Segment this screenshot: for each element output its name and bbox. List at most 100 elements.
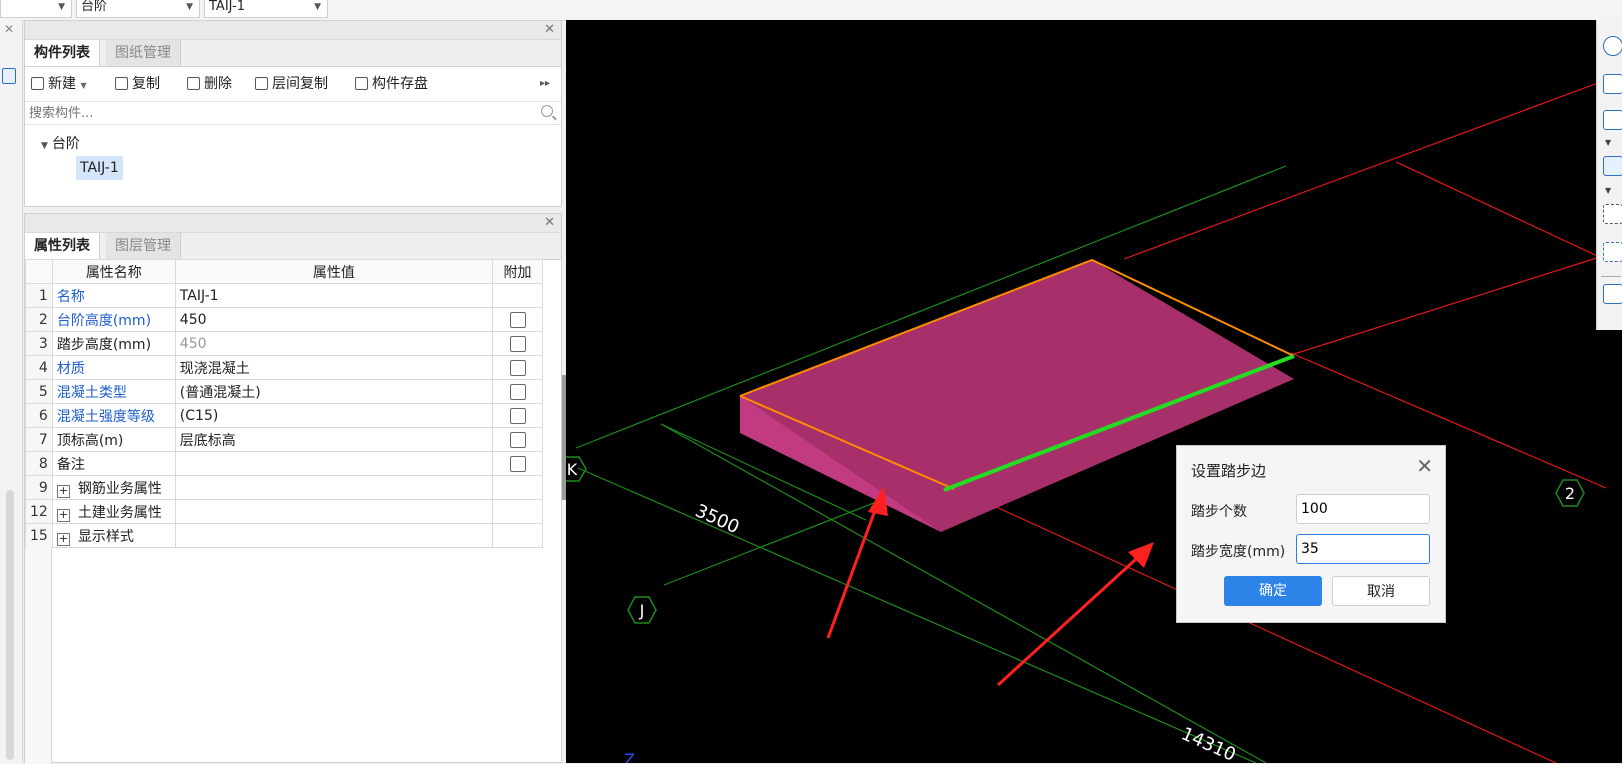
trash-icon	[187, 77, 200, 90]
chevron-down-icon: ▼	[80, 81, 87, 90]
property-tabs: 属性列表 图层管理	[25, 233, 561, 260]
component-tabs: 构件列表 图纸管理	[25, 40, 561, 67]
table-row[interactable]: 9 + 钢筋业务属性	[25, 475, 543, 500]
annotation-arrow	[996, 548, 1148, 687]
floor-copy-icon	[255, 77, 268, 90]
new-file-icon	[31, 77, 44, 90]
attach-checkbox[interactable]	[509, 407, 526, 424]
search-input[interactable]	[27, 103, 531, 124]
close-icon[interactable]: ✕	[544, 21, 555, 39]
tab-drawing-management[interactable]: 图纸管理	[106, 40, 181, 66]
annotation-arrow	[826, 493, 883, 639]
selection-box-icon[interactable]	[1603, 204, 1622, 224]
viewport-canvas[interactable]: K J 2 3500 14310 Z	[566, 20, 1622, 763]
copy-button[interactable]: 复制	[115, 75, 160, 93]
expand-icon[interactable]: +	[56, 508, 70, 522]
tab-component-list[interactable]: 构件列表	[25, 40, 100, 66]
property-value[interactable]: 450	[174, 307, 494, 332]
attach-checkbox[interactable]	[509, 383, 526, 400]
close-icon[interactable]: ✕	[4, 22, 14, 36]
expand-icon[interactable]: +	[56, 484, 70, 498]
close-icon[interactable]: ✕	[544, 214, 555, 232]
expand-icon[interactable]: +	[56, 532, 70, 546]
table-row[interactable]: 3 踏步高度(mm) 450	[25, 331, 543, 356]
property-group[interactable]: + 土建业务属性	[51, 499, 176, 524]
more-icon[interactable]: ▸▸	[540, 75, 550, 93]
2d-view-icon[interactable]	[1603, 74, 1622, 94]
step-count-input[interactable]	[1296, 494, 1430, 524]
table-row[interactable]: 12 + 土建业务属性	[25, 499, 543, 524]
step-width-input[interactable]	[1296, 534, 1430, 564]
chevron-down-icon[interactable]: ▼	[1605, 186, 1611, 195]
chevron-down-icon[interactable]: ▼	[1605, 138, 1611, 147]
property-group[interactable]: + 显示样式	[51, 523, 176, 548]
table-row[interactable]: 2 台阶高度(mm) 450	[25, 307, 543, 332]
property-value[interactable]: (C15)	[174, 403, 494, 428]
table-row[interactable]: 4 材质 现浇混凝土	[25, 355, 543, 380]
cube-icon[interactable]	[1603, 242, 1622, 262]
component-toolbar: 新建 ▼ 复制 删除 层间复制 构件存盘 ▸▸	[25, 67, 561, 102]
property-value[interactable]: (普通混凝土)	[174, 379, 494, 404]
3d-view-icon[interactable]	[1603, 156, 1622, 176]
table-row[interactable]: 8 备注	[25, 451, 543, 476]
property-name: 备注	[51, 451, 176, 476]
orbit-icon[interactable]	[1603, 36, 1622, 56]
table-header-row: 属性名称 属性值 附加	[25, 259, 543, 284]
search-icon[interactable]	[541, 105, 553, 117]
column-header: 属性名称	[51, 259, 176, 284]
dimension-14310: 14310	[1178, 723, 1239, 763]
confirm-button[interactable]: 确定	[1224, 576, 1322, 606]
table-row[interactable]: 7 顶标高(m) 层底标高	[25, 427, 543, 452]
attach-checkbox[interactable]	[509, 431, 526, 448]
delete-button[interactable]: 删除	[187, 75, 232, 93]
axis-label-k: K	[567, 460, 578, 479]
grid-line-red	[1123, 79, 1607, 260]
property-name: 混凝土类型	[51, 379, 176, 404]
cancel-button[interactable]: 取消	[1332, 576, 1430, 606]
grid-line-red	[1293, 254, 1607, 355]
property-value[interactable]	[174, 451, 494, 476]
property-value[interactable]: 450	[174, 331, 494, 356]
save-icon	[355, 77, 368, 90]
column-header: 属性值	[174, 259, 494, 284]
component-select[interactable]: TAIJ-1 ▼	[204, 0, 328, 18]
close-icon[interactable]: ✕	[1416, 454, 1433, 478]
component-type-select[interactable]: 台阶 ▼	[76, 0, 200, 18]
chevron-down-icon: ▼	[314, 2, 321, 12]
z-axis-label: Z	[624, 750, 635, 763]
table-row[interactable]: 6 混凝土强度等级 (C15)	[25, 403, 543, 428]
floor-copy-button[interactable]: 层间复制	[255, 75, 328, 93]
tab-property-list[interactable]: 属性列表	[25, 233, 100, 259]
chevron-down-icon: ▼	[186, 2, 193, 12]
table-row[interactable]: 15 + 显示样式	[25, 523, 543, 548]
table-row[interactable]: 1 名称 TAIJ-1	[25, 283, 543, 308]
property-name: 台阶高度(mm)	[51, 307, 176, 332]
save-component-button[interactable]: 构件存盘	[355, 75, 428, 93]
property-value[interactable]: 层底标高	[174, 427, 494, 452]
grid-line-red	[1395, 161, 1607, 261]
property-value[interactable]: TAIJ-1	[174, 283, 494, 308]
row-number-gutter	[25, 547, 52, 764]
tree-group-taijie[interactable]: ▼ 台阶	[41, 133, 80, 153]
box-view-icon[interactable]	[1603, 110, 1622, 130]
property-value[interactable]: 现浇混凝土	[174, 355, 494, 380]
component-list-panel: ✕ 构件列表 图纸管理 新建 ▼ 复制 删除 层间复制 构件存盘 ▸▸ ▼台阶 …	[24, 20, 562, 207]
top-toolbar: ▼ 台阶 ▼ TAIJ-1 ▼	[0, 0, 1622, 21]
3d-viewport[interactable]: K J 2 3500 14310 Z	[566, 20, 1622, 763]
attach-checkbox[interactable]	[509, 455, 526, 472]
attach-checkbox[interactable]	[509, 359, 526, 376]
chevron-down-icon: ▼	[58, 2, 65, 12]
new-button[interactable]: 新建 ▼	[31, 75, 87, 93]
layer-list-icon[interactable]	[1603, 284, 1622, 304]
category-select[interactable]: ▼	[0, 0, 72, 18]
table-row[interactable]: 5 混凝土类型 (普通混凝土)	[25, 379, 543, 404]
property-group[interactable]: + 钢筋业务属性	[51, 475, 176, 500]
vertical-scrollbar[interactable]	[6, 490, 14, 760]
attach-checkbox[interactable]	[509, 335, 526, 352]
tab-layer-management[interactable]: 图层管理	[106, 233, 181, 259]
tree-item-taij-1[interactable]: TAIJ-1	[76, 156, 123, 180]
attach-checkbox[interactable]	[509, 311, 526, 328]
toolbar-divider	[1601, 276, 1621, 277]
property-list-panel: ✕ 属性列表 图层管理 属性名称 属性值 附加 1 名称 TAIJ-1 2 台阶…	[24, 213, 562, 764]
list-view-icon[interactable]	[2, 68, 16, 84]
